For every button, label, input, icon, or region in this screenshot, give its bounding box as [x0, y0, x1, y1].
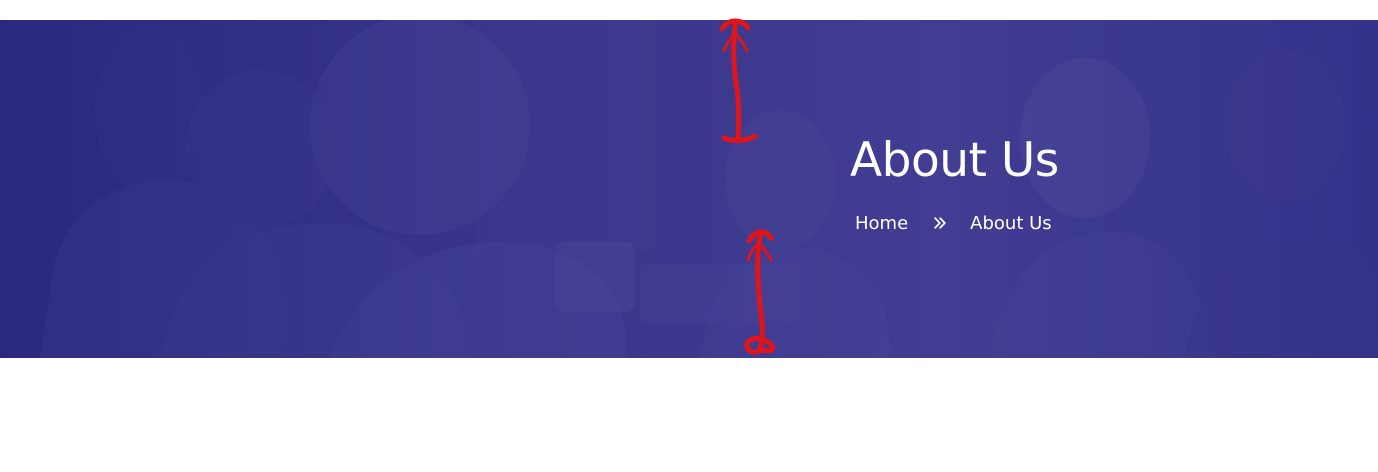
- page: About Us Home About Us: [0, 0, 1378, 472]
- breadcrumb: Home About Us: [855, 212, 1052, 236]
- page-title: About Us: [850, 133, 1059, 188]
- breadcrumb-current-page: About Us: [970, 213, 1052, 234]
- breadcrumb-home-link[interactable]: Home: [855, 215, 908, 233]
- page-header-banner: About Us Home About Us: [0, 20, 1378, 358]
- banner-content: About Us Home About Us: [0, 20, 1378, 358]
- double-chevron-right-icon: [933, 216, 947, 230]
